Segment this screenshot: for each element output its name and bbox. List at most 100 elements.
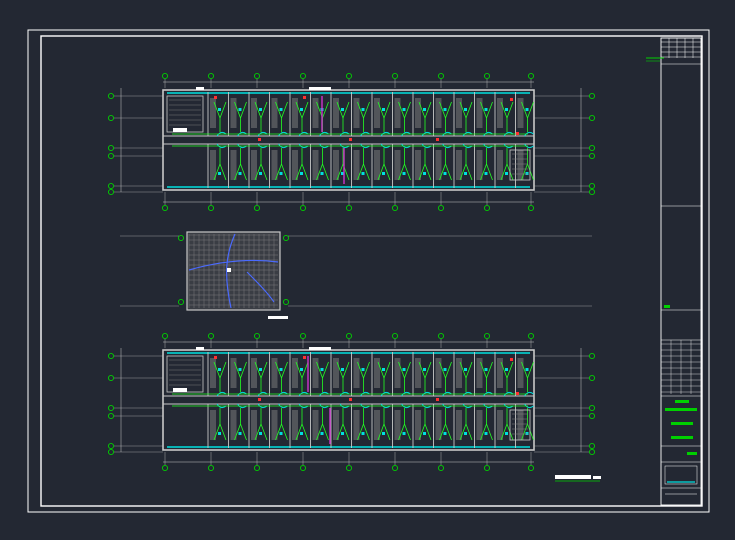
bathroom-block	[251, 410, 257, 440]
title-stamp	[665, 408, 697, 411]
bathroom-block	[394, 98, 401, 128]
bathroom-block	[435, 98, 442, 128]
bathroom-block	[435, 150, 442, 180]
label-tag	[173, 388, 187, 392]
light-fixture	[443, 432, 447, 435]
panel-marker	[510, 98, 513, 101]
light-fixture	[505, 368, 508, 371]
bathroom-block	[312, 410, 319, 440]
title-stamp	[671, 436, 693, 439]
bathroom-block	[210, 358, 216, 388]
light-fixture	[525, 368, 529, 371]
scale-tag	[593, 476, 601, 479]
bathroom-block	[230, 150, 237, 180]
panel-marker	[349, 398, 352, 401]
bathroom-block	[435, 410, 442, 440]
light-fixture	[259, 108, 262, 111]
light-fixture	[238, 368, 242, 371]
bathroom-block	[251, 150, 257, 180]
bathroom-block	[210, 150, 216, 180]
panel-marker	[349, 138, 352, 141]
drawing-title-bar	[555, 475, 591, 479]
panel-marker	[510, 358, 513, 361]
light-fixture	[443, 172, 447, 175]
panel-marker	[436, 138, 439, 141]
light-fixture	[279, 368, 283, 371]
bathroom-block	[333, 410, 339, 440]
bathroom-block	[456, 358, 462, 388]
light-fixture	[382, 172, 385, 175]
light-fixture	[341, 368, 344, 371]
light-fixture	[402, 108, 406, 111]
bathroom-block	[271, 150, 278, 180]
light-fixture	[320, 368, 324, 371]
bathroom-block	[476, 150, 483, 180]
light-fixture	[443, 368, 447, 371]
bathroom-block	[353, 150, 360, 180]
bathroom-block	[517, 150, 524, 180]
bathroom-block	[333, 150, 339, 180]
bathroom-block	[456, 410, 462, 440]
light-fixture	[361, 432, 365, 435]
bathroom-block	[415, 150, 421, 180]
light-fixture	[218, 108, 221, 111]
bathroom-block	[517, 410, 524, 440]
light-fixture	[218, 368, 221, 371]
panel-marker	[258, 138, 261, 141]
bathroom-block	[292, 358, 298, 388]
light-fixture	[300, 172, 303, 175]
light-fixture	[464, 432, 467, 435]
light-fixture	[361, 172, 365, 175]
bathroom-block	[497, 150, 503, 180]
light-fixture	[279, 108, 283, 111]
light-fixture	[300, 368, 303, 371]
light-fixture	[238, 108, 242, 111]
light-fixture	[259, 368, 262, 371]
light-fixture	[341, 108, 344, 111]
bathroom-block	[517, 358, 524, 388]
drawing-background	[0, 0, 735, 540]
light-fixture	[300, 108, 303, 111]
light-fixture	[505, 432, 508, 435]
bathroom-block	[353, 358, 360, 388]
bathroom-block	[497, 358, 503, 388]
light-fixture	[443, 108, 447, 111]
bathroom-block	[415, 98, 421, 128]
light-fixture	[341, 432, 344, 435]
detail-room-outline	[186, 231, 281, 311]
label-tag	[309, 87, 331, 90]
bathroom-block	[292, 150, 298, 180]
light-fixture	[464, 368, 467, 371]
label-tag	[196, 87, 204, 90]
label-tag	[309, 347, 331, 350]
bathroom-block	[230, 98, 237, 128]
bathroom-block	[374, 98, 380, 128]
light-fixture	[484, 368, 488, 371]
light-fixture	[423, 432, 426, 435]
light-fixture	[279, 432, 283, 435]
light-fixture	[361, 108, 365, 111]
bathroom-block	[333, 98, 339, 128]
bathroom-block	[497, 98, 503, 128]
bathroom-block	[292, 98, 298, 128]
light-fixture	[361, 368, 365, 371]
light-fixture	[423, 108, 426, 111]
detail-label-tag	[268, 316, 288, 319]
bathroom-block	[353, 98, 360, 128]
title-mark	[664, 305, 670, 308]
bathroom-block	[497, 410, 503, 440]
label-tag	[196, 347, 204, 350]
bathroom-block	[230, 410, 237, 440]
light-fixture	[218, 172, 221, 175]
panel-marker	[303, 96, 306, 99]
bathroom-block	[435, 358, 442, 388]
panel-marker	[436, 398, 439, 401]
panel-marker	[214, 356, 217, 359]
light-fixture	[505, 172, 508, 175]
light-fixture	[484, 432, 488, 435]
panel-marker	[258, 398, 261, 401]
bathroom-block	[333, 358, 339, 388]
light-fixture	[300, 432, 303, 435]
light-fixture	[484, 108, 488, 111]
light-fixture	[382, 368, 385, 371]
